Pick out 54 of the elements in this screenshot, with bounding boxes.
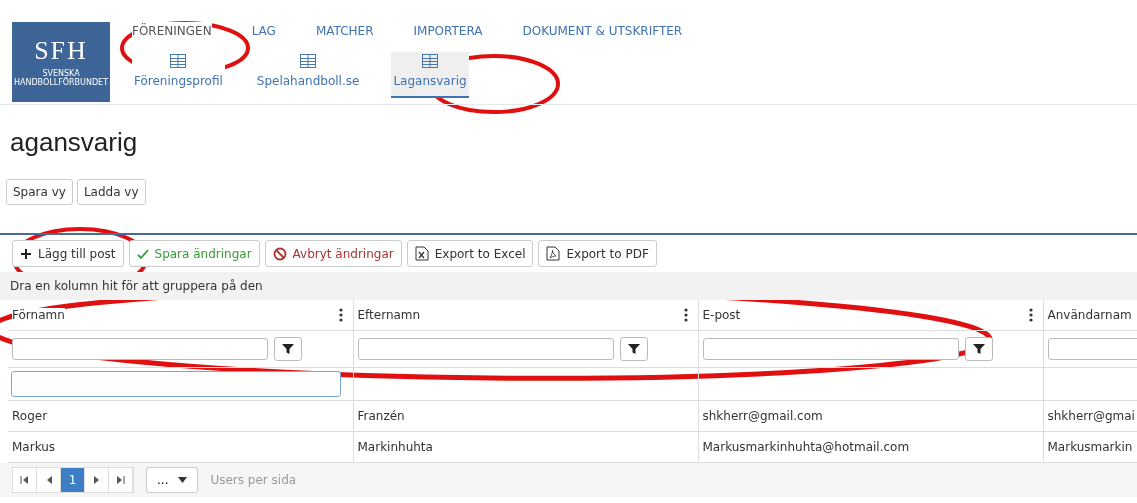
table-cell: Markus bbox=[8, 431, 353, 463]
table-cell: Franzén bbox=[353, 400, 698, 432]
new-row-field[interactable] bbox=[11, 371, 341, 397]
toolbar-button[interactable]: Spara ändringar bbox=[128, 240, 260, 267]
first-page-button[interactable] bbox=[13, 468, 37, 492]
filter-button[interactable] bbox=[274, 337, 302, 361]
page-size-label: Users per sida bbox=[210, 473, 297, 487]
first-page-icon bbox=[20, 476, 29, 484]
logo-caption: SVENSKA HANDBOLLFÖRBUNDET bbox=[13, 70, 109, 88]
toolbar-button[interactable]: Export to PDF bbox=[538, 240, 657, 267]
table-cell: shkherr@gmai bbox=[1043, 400, 1137, 432]
filter-field[interactable] bbox=[702, 338, 959, 360]
view-button[interactable]: Ladda vy bbox=[76, 179, 146, 205]
filter-field[interactable] bbox=[357, 338, 614, 360]
column-header[interactable]: Förnamn bbox=[8, 300, 353, 331]
table-cell: shkherr@gmail.com bbox=[698, 400, 1043, 432]
logo-monogram: SFH bbox=[34, 36, 88, 67]
column-header[interactable]: E-post bbox=[698, 300, 1043, 331]
column-header[interactable]: Efternamn bbox=[353, 300, 698, 331]
filter-icon bbox=[282, 343, 294, 355]
view-button[interactable]: Spara vy bbox=[6, 179, 73, 205]
last-page-icon bbox=[116, 476, 125, 484]
sub-tab[interactable]: Lagansvarig bbox=[391, 52, 469, 98]
grid-icon bbox=[300, 54, 317, 68]
next-page-icon bbox=[93, 476, 100, 484]
table-cell: Markinhuhta bbox=[353, 431, 698, 463]
kebab-menu-icon[interactable] bbox=[1028, 308, 1033, 322]
table-cell: Markusmarkinhuhta@hotmail.com bbox=[698, 431, 1043, 463]
table-cell: Markusmarkin bbox=[1043, 431, 1137, 463]
page-button[interactable]: 1 bbox=[61, 468, 85, 492]
filter-button[interactable] bbox=[619, 337, 648, 361]
toolbar-button[interactable]: Export to Excel bbox=[406, 240, 534, 267]
previous-page-icon bbox=[45, 476, 52, 484]
kebab-menu-icon[interactable] bbox=[683, 308, 688, 322]
next-page-button[interactable] bbox=[85, 468, 109, 492]
filter-icon bbox=[972, 343, 985, 355]
last-page-button[interactable] bbox=[109, 468, 133, 492]
grid-icon bbox=[170, 54, 187, 68]
filter-icon bbox=[627, 343, 640, 355]
table-cell: Roger bbox=[8, 400, 353, 432]
caret-icon bbox=[178, 477, 188, 483]
kebab-menu-icon[interactable] bbox=[338, 308, 343, 322]
page-title: agansvarig bbox=[10, 127, 139, 159]
grid-icon bbox=[422, 54, 438, 68]
excel-file-icon bbox=[414, 246, 429, 261]
previous-page-button[interactable] bbox=[37, 468, 61, 492]
filter-button[interactable] bbox=[964, 337, 993, 361]
prohibited-icon bbox=[272, 246, 287, 261]
pdf-file-icon bbox=[546, 246, 561, 261]
column-header[interactable]: Användarnam bbox=[1043, 300, 1137, 331]
filter-field[interactable] bbox=[12, 338, 268, 360]
page-size-dropdown[interactable]: ... bbox=[146, 467, 199, 493]
toolbar-button[interactable]: Avbryt ändringar bbox=[264, 240, 402, 267]
nav-tab[interactable]: FÖRENINGEN bbox=[132, 22, 212, 40]
